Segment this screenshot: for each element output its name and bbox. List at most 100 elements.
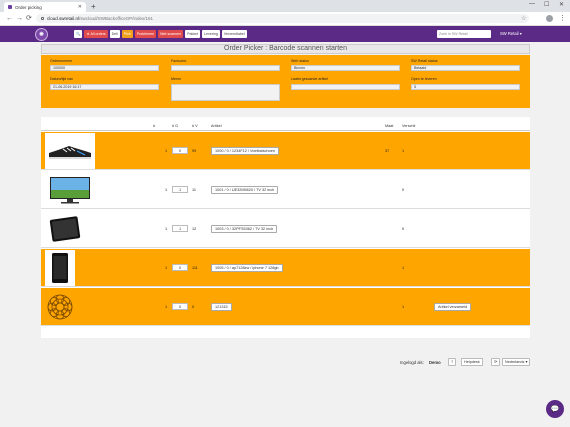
gescand-input[interactable]: 1 — [172, 225, 188, 232]
factuurnr-field[interactable] — [171, 65, 280, 71]
picking-table: # # G # V Artikel Maat Verschil 1 0 99 1… — [41, 117, 530, 338]
helpdesk-button[interactable]: Helpdesk — [461, 358, 483, 366]
col-header-hash: # — [153, 124, 156, 128]
datum-field[interactable]: 21-06-2019 16:17 — [50, 84, 159, 90]
refresh-icon[interactable]: ⟳ — [491, 358, 501, 366]
forward-button[interactable]: → — [16, 14, 23, 23]
order-form-panel: Ordernummer 100000 Datum/tijd van 21-06-… — [41, 55, 530, 108]
url-host: cloud.swretail.nl — [47, 16, 80, 21]
chat-icon[interactable]: 💬 — [546, 400, 564, 418]
sw-retail-status-field[interactable]: Betaald — [411, 65, 520, 71]
table-row[interactable]: 1 1 11 1001 / 0 / UE32M5620 / TV 32 inch… — [41, 171, 530, 209]
row-verschil: 1 — [402, 266, 405, 270]
product-image-phone — [45, 250, 75, 286]
browser-tab[interactable]: Order picking ✕ — [4, 2, 86, 12]
url-field[interactable]: cloud.swretail.nl/swcloud/SWBackofficeOP… — [36, 14, 529, 23]
logged-in-user: Demo — [429, 360, 441, 365]
nav-deli-button[interactable]: Deli — [109, 30, 120, 38]
gescand-input[interactable]: 0 — [172, 303, 188, 310]
language-select[interactable]: Nederlands ▾ — [502, 358, 531, 366]
nav-niet-scannen-button[interactable]: Niet scannen — [158, 30, 184, 38]
product-image-mandala — [45, 289, 75, 325]
address-bar: ← → ⟳ cloud.swretail.nl/swcloud/SWBackof… — [0, 12, 570, 26]
lock-icon — [41, 17, 44, 20]
nav-all-orders-button[interactable]: ★ All orders — [84, 30, 108, 38]
close-window-button[interactable]: ✕ — [559, 1, 564, 8]
nav-verzendlabel-button[interactable]: Verzendlabel — [221, 30, 247, 38]
row-hash: 1 — [165, 149, 168, 153]
nav-levering-button[interactable]: Levering — [202, 30, 220, 38]
bookmark-star-icon[interactable]: ☆ — [521, 15, 526, 22]
nav-problemen-button[interactable]: Problemen — [134, 30, 157, 38]
open-te-leveren-label: Open te leveren — [411, 77, 437, 81]
row-verschil: 0 — [402, 188, 405, 192]
row-hash: 1 — [165, 266, 168, 270]
col-header-maat: Maat — [385, 124, 394, 128]
nav-button-group: 🔍 ★ All orders Deli Pick Problemen Niet … — [74, 30, 247, 38]
laatst-gescand-label: Laatst gescande artikel — [291, 77, 328, 81]
tab-title: Order picking — [15, 4, 42, 10]
new-tab-button[interactable]: + — [91, 2, 96, 11]
row-hash: 1 — [165, 227, 168, 231]
col-header-verzameld: # V — [192, 124, 198, 128]
browser-menu-icon[interactable]: ⋮ — [559, 14, 566, 22]
row-verzameld: 0 — [192, 305, 195, 309]
col-header-artikel: Artikel — [211, 124, 222, 128]
reload-button[interactable]: ⟳ — [26, 14, 32, 23]
row-hash: 1 — [165, 188, 168, 192]
artikel-button[interactable]: 1005 / 0 / ap7128zw / iphone 7 128gb — [211, 264, 283, 272]
close-tab-icon[interactable]: ✕ — [78, 4, 82, 10]
row-hash: 1 — [165, 305, 168, 309]
row-verzameld: 12 — [192, 227, 197, 231]
row-verschil: 0 — [402, 227, 405, 231]
user-menu[interactable]: SW Retail ▾ — [500, 31, 522, 36]
artikel-button[interactable]: 1000 / 0 / 1234F12 / Voetbalschoen — [211, 147, 279, 155]
logged-in-label: Ingelogd als: — [400, 360, 424, 365]
ordernummer-field[interactable]: 100000 — [50, 65, 159, 71]
artikel-button[interactable]: 1001 / 0 / UE32M5620 / TV 32 inch — [211, 186, 279, 194]
help-icon[interactable]: ? — [448, 358, 457, 366]
search-icon[interactable]: 🔍 — [74, 30, 83, 38]
app-logo[interactable]: ✺ — [35, 27, 48, 41]
table-row[interactable]: 1 0 99 1000 / 0 / 1234F12 / Voetbalschoe… — [41, 132, 530, 170]
favicon-icon — [8, 5, 12, 9]
row-verschil: 1 — [402, 149, 405, 153]
product-image-tablet — [45, 211, 95, 247]
row-maat: 37 — [385, 149, 390, 153]
gescand-input[interactable]: 0 — [172, 264, 188, 271]
artikel-button[interactable]: 121315 — [211, 303, 232, 311]
gescand-input[interactable]: 0 — [172, 147, 188, 154]
factuurnr-label: Factuurnr. — [171, 59, 188, 63]
row-verzameld: 111 — [192, 266, 198, 270]
nav-pakket-button[interactable]: Pakket — [185, 30, 201, 38]
table-row[interactable]: 1 1 12 1003 / 0 / 32PFS5362 / TV 32 inch… — [41, 210, 530, 248]
open-te-leveren-field[interactable]: 5 — [411, 84, 520, 90]
back-button[interactable]: ← — [6, 14, 13, 23]
header-divider — [41, 130, 530, 131]
url-path: /swcloud/SWBackofficeOP/index/161 — [79, 16, 153, 21]
laatst-gescand-field[interactable] — [291, 84, 400, 90]
profile-avatar[interactable] — [546, 15, 553, 22]
artikel-button[interactable]: 1003 / 0 / 32PFS5362 / TV 32 inch — [211, 225, 278, 233]
datum-label: Datum/tijd van — [50, 77, 73, 81]
gescand-input[interactable]: 1 — [172, 186, 188, 193]
ordernummer-label: Ordernummer — [50, 59, 73, 63]
app-navbar: ✺ 🔍 ★ All orders Deli Pick Problemen Nie… — [0, 26, 570, 42]
table-row[interactable]: 1 0 0 121315 1 Artikel verzameld — [41, 288, 530, 326]
memo-label: Memo — [171, 77, 181, 81]
memo-field[interactable] — [171, 84, 280, 101]
minimize-button[interactable]: — — [529, 1, 535, 7]
product-image-tv — [45, 172, 95, 208]
web-status-field[interactable]: Binnen — [291, 65, 400, 71]
col-header-verschil: Verschil — [402, 124, 416, 128]
browser-tabbar: Order picking ✕ + — ☐ ✕ — [0, 0, 570, 12]
web-status-label: Web status — [291, 59, 309, 63]
artikel-verzameld-button[interactable]: Artikel verzameld — [434, 303, 472, 311]
col-header-gescand: # G — [172, 124, 179, 128]
app-search-input[interactable]: Zoek in SW Retail — [437, 30, 491, 38]
table-row[interactable]: 1 0 111 1005 / 0 / ap7128zw / iphone 7 1… — [41, 249, 530, 287]
row-verzameld: 11 — [192, 188, 196, 192]
nav-pick-button[interactable]: Pick — [121, 30, 133, 38]
page-title: Order Picker : Barcode scannen starten — [41, 44, 530, 54]
maximize-button[interactable]: ☐ — [544, 1, 549, 8]
